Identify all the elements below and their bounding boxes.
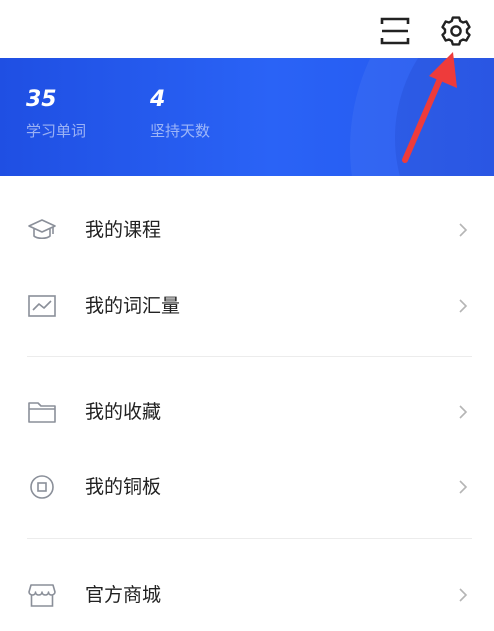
banner-decoration	[395, 58, 494, 176]
menu-item-label: 官方商城	[85, 584, 162, 606]
menu-item-label: 我的铜板	[85, 476, 162, 498]
menu-item-label: 我的课程	[85, 219, 162, 241]
menu-item-coins[interactable]: 我的铜板	[0, 451, 494, 523]
streak-days-stat[interactable]: 4 坚持天数	[150, 86, 210, 141]
section-divider	[27, 538, 472, 539]
chevron-right-icon	[459, 405, 468, 419]
menu-item-label: 我的收藏	[85, 401, 162, 423]
scan-button[interactable]	[378, 14, 412, 48]
menu-item-courses[interactable]: 我的课程	[0, 194, 494, 266]
stats-banner: 35 学习单词 4 坚持天数	[0, 58, 494, 176]
shop-icon	[28, 584, 56, 607]
profile-page: 35 学习单词 4 坚持天数 我的课程 我的词汇量 我的收藏 我的铜板 官方商城	[0, 0, 494, 631]
section-divider	[27, 356, 472, 357]
menu-item-label: 我的词汇量	[85, 295, 181, 317]
learned-words-count: 35	[26, 87, 57, 112]
graduation-cap-icon	[28, 219, 56, 240]
learned-words-stat[interactable]: 35 学习单词	[26, 86, 86, 141]
menu-item-favorites[interactable]: 我的收藏	[0, 376, 494, 448]
chevron-right-icon	[459, 588, 468, 602]
menu-item-store[interactable]: 官方商城	[0, 559, 494, 631]
gear-icon	[441, 16, 471, 46]
chevron-right-icon	[459, 480, 468, 494]
coin-icon	[30, 475, 54, 499]
learned-words-label: 学习单词	[26, 122, 87, 140]
chevron-right-icon	[459, 299, 468, 313]
folder-icon	[28, 402, 56, 423]
streak-days-count: 4	[150, 87, 166, 112]
chevron-right-icon	[459, 223, 468, 237]
chart-icon	[28, 295, 56, 317]
streak-days-label: 坚持天数	[150, 122, 211, 140]
settings-button[interactable]	[437, 12, 475, 50]
menu-item-vocabulary[interactable]: 我的词汇量	[0, 270, 494, 342]
top-bar	[0, 0, 494, 58]
scan-icon	[380, 17, 410, 45]
